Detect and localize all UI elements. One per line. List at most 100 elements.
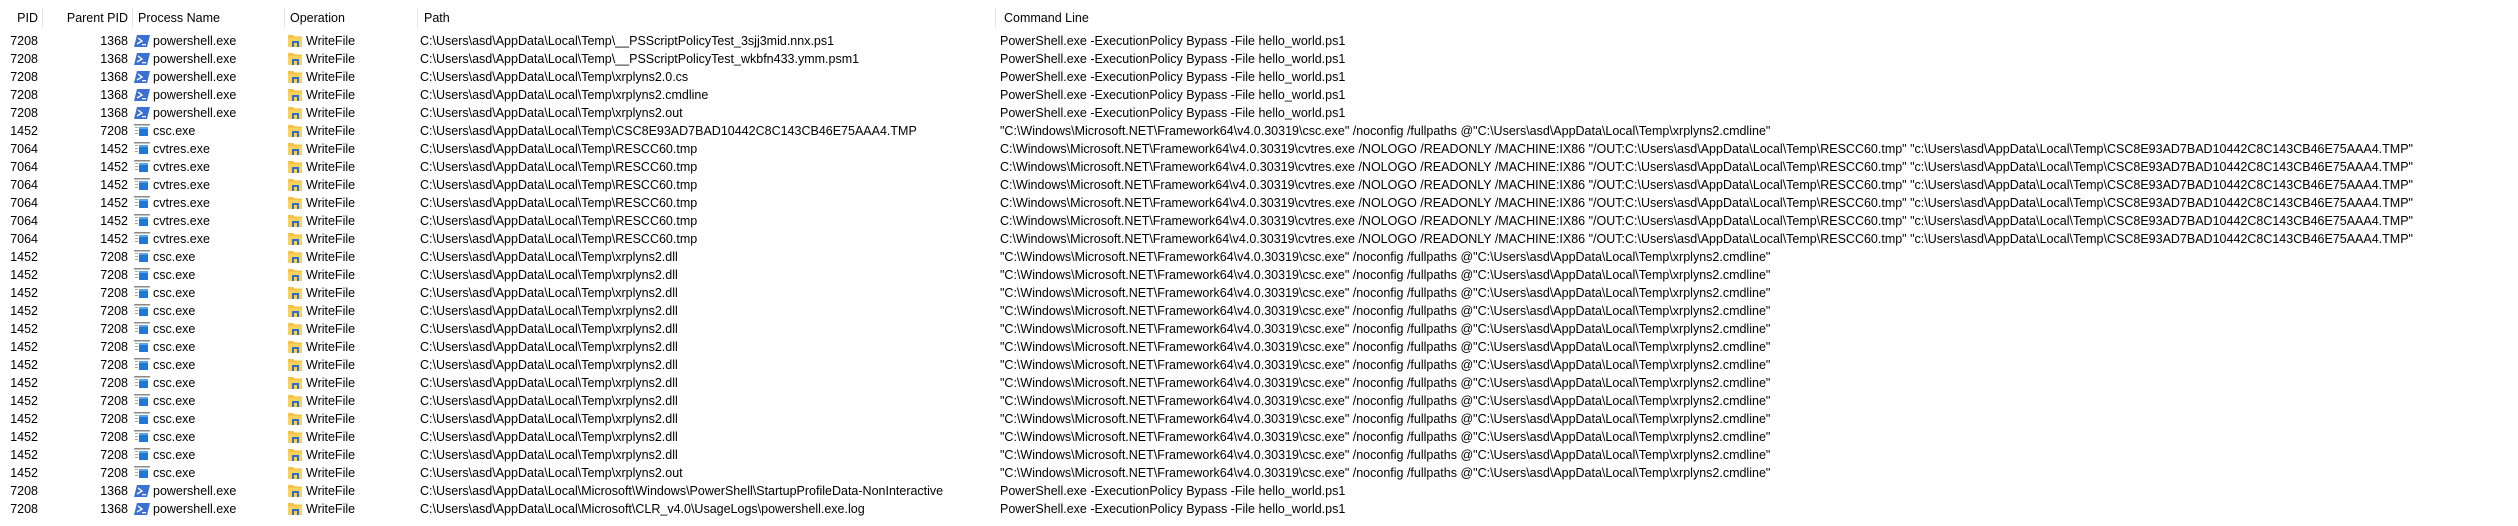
powershell-icon — [134, 34, 150, 48]
operation-text: WriteFile — [306, 394, 356, 408]
column-header-command-line[interactable]: Command Line — [996, 7, 2518, 29]
command-line-cell: "C:\Windows\Microsoft.NET\Framework64\v4… — [1000, 466, 1771, 480]
process-name-cell: cvtres.exe — [133, 160, 285, 174]
event-row[interactable]: 1452 7208 csc.exe WriteFile C:\Users\asd… — [0, 284, 2518, 302]
event-row[interactable]: 1452 7208 csc.exe WriteFile C:\Users\asd… — [0, 248, 2518, 266]
event-row[interactable]: 7064 1452 cvtres.exe WriteFile C:\Users\… — [0, 194, 2518, 212]
command-line-cell: C:\Windows\Microsoft.NET\Framework64\v4.… — [1000, 232, 2413, 246]
event-row[interactable]: 7064 1452 cvtres.exe WriteFile C:\Users\… — [0, 158, 2518, 176]
app-icon — [134, 286, 150, 300]
process-name-text: csc.exe — [153, 286, 196, 300]
event-row[interactable]: 1452 7208 csc.exe WriteFile C:\Users\asd… — [0, 428, 2518, 446]
app-icon — [134, 250, 150, 264]
process-name-text: csc.exe — [153, 340, 196, 354]
operation-text: WriteFile — [306, 178, 356, 192]
process-name-cell: powershell.exe — [133, 70, 285, 84]
operation-cell: WriteFile — [285, 124, 418, 138]
powershell-icon — [134, 70, 150, 84]
path-cell: C:\Users\asd\AppData\Local\Temp\xrplyns2… — [420, 376, 678, 390]
filesystem-folder-icon — [287, 214, 303, 228]
filesystem-folder-icon — [287, 142, 303, 156]
process-name-cell: csc.exe — [133, 250, 285, 264]
process-name-text: csc.exe — [153, 412, 196, 426]
path-cell: C:\Users\asd\AppData\Local\Temp\__PSScri… — [420, 34, 835, 48]
command-line-cell: C:\Windows\Microsoft.NET\Framework64\v4.… — [1000, 160, 2413, 174]
path-cell: C:\Users\asd\AppData\Local\Temp\RESCC60.… — [420, 232, 698, 246]
filesystem-folder-icon — [287, 106, 303, 120]
command-line-cell: "C:\Windows\Microsoft.NET\Framework64\v4… — [1000, 358, 1771, 372]
command-line-cell: "C:\Windows\Microsoft.NET\Framework64\v4… — [1000, 412, 1771, 426]
event-row[interactable]: 1452 7208 csc.exe WriteFile C:\Users\asd… — [0, 338, 2518, 356]
app-icon — [134, 394, 150, 408]
parent-pid-cell: 7208 — [100, 430, 128, 444]
parent-pid-cell: 1368 — [100, 70, 128, 84]
event-rows: 7208 1368 powershell.exe WriteFile C:\Us… — [0, 32, 2518, 518]
pid-cell: 7064 — [10, 160, 38, 174]
process-name-cell: csc.exe — [133, 304, 285, 318]
filesystem-folder-icon — [287, 88, 303, 102]
process-monitor-event-list: PID Parent PID Process Name Operation Pa… — [0, 0, 2518, 518]
event-row[interactable]: 7064 1452 cvtres.exe WriteFile C:\Users\… — [0, 176, 2518, 194]
column-header-path[interactable]: Path — [418, 7, 996, 29]
event-row[interactable]: 7208 1368 powershell.exe WriteFile C:\Us… — [0, 104, 2518, 122]
command-line-cell: C:\Windows\Microsoft.NET\Framework64\v4.… — [1000, 178, 2413, 192]
pid-cell: 1452 — [10, 430, 38, 444]
event-row[interactable]: 1452 7208 csc.exe WriteFile C:\Users\asd… — [0, 374, 2518, 392]
filesystem-folder-icon — [287, 502, 303, 516]
event-row[interactable]: 7208 1368 powershell.exe WriteFile C:\Us… — [0, 68, 2518, 86]
app-icon — [134, 376, 150, 390]
event-row[interactable]: 7064 1452 cvtres.exe WriteFile C:\Users\… — [0, 230, 2518, 248]
parent-pid-cell: 7208 — [100, 286, 128, 300]
operation-text: WriteFile — [306, 250, 356, 264]
operation-text: WriteFile — [306, 160, 356, 174]
app-icon — [134, 268, 150, 282]
event-row[interactable]: 1452 7208 csc.exe WriteFile C:\Users\asd… — [0, 356, 2518, 374]
event-row[interactable]: 1452 7208 csc.exe WriteFile C:\Users\asd… — [0, 464, 2518, 482]
process-name-cell: csc.exe — [133, 448, 285, 462]
parent-pid-cell: 7208 — [100, 268, 128, 282]
pid-cell: 1452 — [10, 394, 38, 408]
event-row[interactable]: 7064 1452 cvtres.exe WriteFile C:\Users\… — [0, 140, 2518, 158]
event-row[interactable]: 7064 1452 cvtres.exe WriteFile C:\Users\… — [0, 212, 2518, 230]
event-row[interactable]: 1452 7208 csc.exe WriteFile C:\Users\asd… — [0, 392, 2518, 410]
command-line-cell: "C:\Windows\Microsoft.NET\Framework64\v4… — [1000, 448, 1771, 462]
operation-text: WriteFile — [306, 52, 356, 66]
parent-pid-cell: 7208 — [100, 340, 128, 354]
event-row[interactable]: 1452 7208 csc.exe WriteFile C:\Users\asd… — [0, 320, 2518, 338]
process-name-cell: csc.exe — [133, 124, 285, 138]
filesystem-folder-icon — [287, 178, 303, 192]
column-header-parent-pid[interactable]: Parent PID — [43, 7, 133, 29]
event-row[interactable]: 7208 1368 powershell.exe WriteFile C:\Us… — [0, 50, 2518, 68]
column-header-process-name[interactable]: Process Name — [133, 7, 285, 29]
app-icon — [134, 358, 150, 372]
event-row[interactable]: 1452 7208 csc.exe WriteFile C:\Users\asd… — [0, 266, 2518, 284]
event-row[interactable]: 1452 7208 csc.exe WriteFile C:\Users\asd… — [0, 122, 2518, 140]
column-header-pid[interactable]: PID — [0, 7, 43, 29]
operation-text: WriteFile — [306, 430, 356, 444]
event-row[interactable]: 7208 1368 powershell.exe WriteFile C:\Us… — [0, 32, 2518, 50]
event-row[interactable]: 1452 7208 csc.exe WriteFile C:\Users\asd… — [0, 446, 2518, 464]
filesystem-folder-icon — [287, 430, 303, 444]
path-cell: C:\Users\asd\AppData\Local\Microsoft\Win… — [420, 484, 944, 498]
pid-cell: 1452 — [10, 466, 38, 480]
process-name-cell: csc.exe — [133, 322, 285, 336]
event-row[interactable]: 1452 7208 csc.exe WriteFile C:\Users\asd… — [0, 410, 2518, 428]
column-header-operation[interactable]: Operation — [285, 7, 418, 29]
command-line-cell: PowerShell.exe -ExecutionPolicy Bypass -… — [1000, 88, 1346, 102]
event-row[interactable]: 7208 1368 powershell.exe WriteFile C:\Us… — [0, 482, 2518, 500]
event-row[interactable]: 7208 1368 powershell.exe WriteFile C:\Us… — [0, 86, 2518, 104]
filesystem-folder-icon — [287, 376, 303, 390]
event-row[interactable]: 7208 1368 powershell.exe WriteFile C:\Us… — [0, 500, 2518, 518]
pid-cell: 1452 — [10, 250, 38, 264]
command-line-cell: "C:\Windows\Microsoft.NET\Framework64\v4… — [1000, 376, 1771, 390]
path-cell: C:\Users\asd\AppData\Local\Temp\xrplyns2… — [420, 268, 678, 282]
pid-cell: 7064 — [10, 178, 38, 192]
process-name-text: powershell.exe — [153, 52, 237, 66]
process-name-text: csc.exe — [153, 466, 196, 480]
process-name-text: cvtres.exe — [153, 160, 210, 174]
path-cell: C:\Users\asd\AppData\Local\Temp\xrplyns2… — [420, 250, 678, 264]
command-line-cell: PowerShell.exe -ExecutionPolicy Bypass -… — [1000, 34, 1346, 48]
filesystem-folder-icon — [287, 70, 303, 84]
process-name-cell: powershell.exe — [133, 106, 285, 120]
event-row[interactable]: 1452 7208 csc.exe WriteFile C:\Users\asd… — [0, 302, 2518, 320]
